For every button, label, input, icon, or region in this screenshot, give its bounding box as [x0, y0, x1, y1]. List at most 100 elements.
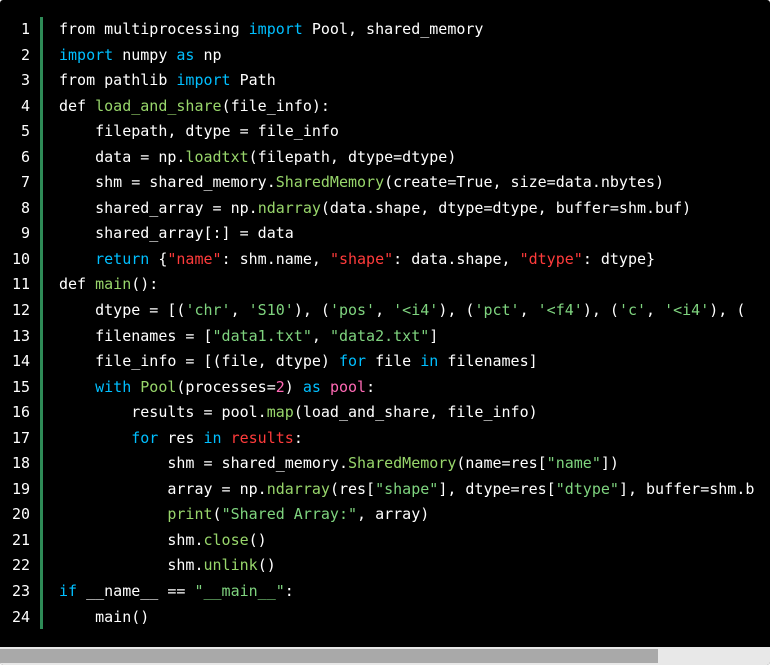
code-token: , array) — [357, 505, 430, 524]
code-token: shm. — [59, 530, 204, 549]
line-number: 4 — [20, 96, 30, 115]
code-line: def load_and_share(file_info): — [59, 94, 770, 120]
line-number: 12 — [11, 301, 30, 320]
code-token: loadtxt — [185, 147, 249, 166]
code-token: import — [59, 45, 114, 64]
code-token: ], dtype=res[ — [438, 479, 556, 498]
code-token: res — [158, 428, 204, 447]
code-token: data = np. — [59, 147, 186, 166]
code-token: Pool — [140, 377, 177, 396]
code-token: ), ( — [438, 301, 475, 320]
code-token: , — [646, 301, 665, 320]
code-token: in — [203, 428, 222, 447]
code-token: dtype = [( — [59, 301, 186, 320]
code-token: "dtype" — [519, 249, 583, 268]
code-token: print — [167, 505, 213, 524]
line-number: 22 — [11, 556, 30, 575]
code-line: shared_array[:] = data — [59, 221, 770, 247]
code-line: shared_array = np.ndarray(data.shape, dt… — [59, 196, 770, 222]
code-token: for — [338, 352, 367, 371]
code-token: for — [131, 428, 159, 447]
scrollbar-thumb[interactable] — [0, 649, 659, 663]
code-token: numpy — [113, 45, 177, 64]
line-number-gutter: 1 2 3 4 5 6 7 8 9 10 11 12 13 14 15 16 17 18 19 20 21 22 23 24 — [0, 17, 40, 630]
code-token: ndarray — [266, 479, 330, 498]
code-line: from multiprocessing import Pool, shared… — [59, 17, 770, 43]
code-token: "dtype" — [555, 479, 619, 498]
code-token: "data1.txt" — [212, 326, 312, 345]
code-token: unlink — [203, 556, 258, 575]
code-token: def — [59, 96, 96, 115]
code-token: file_info = [(file, dtype) — [59, 352, 339, 371]
code-token: main() — [59, 607, 150, 626]
code-token: 'pos' — [329, 301, 376, 320]
code-token: 'S10' — [248, 301, 294, 320]
code-line: file_info = [(file, dtype) for file in f… — [59, 349, 770, 375]
code-token: shared_array[:] = data — [59, 224, 294, 243]
code-line: shm = shared_memory.SharedMemory(name=re… — [59, 451, 770, 477]
line-number: 5 — [20, 122, 30, 141]
horizontal-scrollbar[interactable] — [0, 647, 770, 665]
code-token: np — [194, 45, 222, 64]
code-token: from multiprocessing — [59, 20, 249, 38]
code-token: ), ( — [293, 301, 330, 320]
code-token: : — [293, 428, 303, 447]
code-token: shm. — [59, 556, 204, 575]
code-token: as — [302, 377, 321, 396]
code-token: if — [59, 582, 78, 601]
code-line: shm = shared_memory.SharedMemory(create=… — [59, 170, 770, 196]
code-token: map — [266, 403, 294, 422]
code-token: "name" — [167, 249, 222, 268]
line-number: 14 — [11, 352, 30, 371]
code-line: filepath, dtype = file_info — [59, 119, 770, 145]
code-line: for res in results: — [59, 426, 770, 452]
code-token: , — [311, 326, 330, 345]
code-token: results = pool. — [59, 403, 267, 422]
code-token: __name__ == — [77, 582, 195, 601]
code-token: '<i4' — [393, 301, 439, 320]
line-number: 8 — [20, 198, 30, 217]
code-token: (filepath, dtype=dtype) — [248, 147, 457, 166]
code-token: as — [176, 45, 195, 64]
code-line: return {"name": shm.name, "shape": data.… — [59, 247, 770, 273]
code-token: shared_array = np. — [59, 198, 258, 217]
code-token: shm = shared_memory. — [59, 173, 276, 192]
code-token: ] — [429, 326, 439, 345]
code-token: close — [203, 530, 249, 549]
code-line: dtype = [('chr', 'S10'), ('pos', '<i4'),… — [59, 298, 770, 324]
code-token: load_and_share — [95, 96, 222, 115]
code-line: print("Shared Array:", array) — [59, 502, 770, 528]
code-line: def main(): — [59, 272, 770, 298]
code-token: "shape" — [329, 249, 394, 268]
line-number: 15 — [11, 377, 30, 396]
code-token: from pathlib — [59, 71, 177, 90]
line-number: 19 — [11, 479, 30, 498]
code-token: filenames = [ — [59, 326, 213, 345]
code-token: ], buffer=shm.b — [618, 479, 755, 498]
line-number: 24 — [11, 607, 30, 626]
code-token: ), ( — [709, 301, 746, 320]
code-token: : dtype} — [582, 249, 656, 268]
code-token: filepath, dtype = file_info — [59, 122, 339, 141]
code-content[interactable]: from multiprocessing import Pool, shared… — [59, 17, 770, 630]
code-token: import — [248, 20, 303, 38]
code-token: ndarray — [257, 198, 321, 217]
line-number: 23 — [11, 582, 30, 601]
line-number: 21 — [11, 530, 30, 549]
code-token: ), ( — [582, 301, 619, 320]
code-token: Path — [230, 71, 276, 90]
code-token: 'chr' — [185, 301, 231, 320]
code-token: ( — [212, 505, 222, 524]
code-line: array = np.ndarray(res["shape"], dtype=r… — [59, 477, 770, 503]
line-number: 17 — [11, 428, 30, 447]
code-token: pool — [329, 377, 367, 396]
code-token: main — [95, 275, 132, 294]
code-line: results = pool.map(load_and_share, file_… — [59, 400, 770, 426]
code-token: : data.shape, — [393, 249, 520, 268]
code-line: shm.unlink() — [59, 553, 770, 579]
